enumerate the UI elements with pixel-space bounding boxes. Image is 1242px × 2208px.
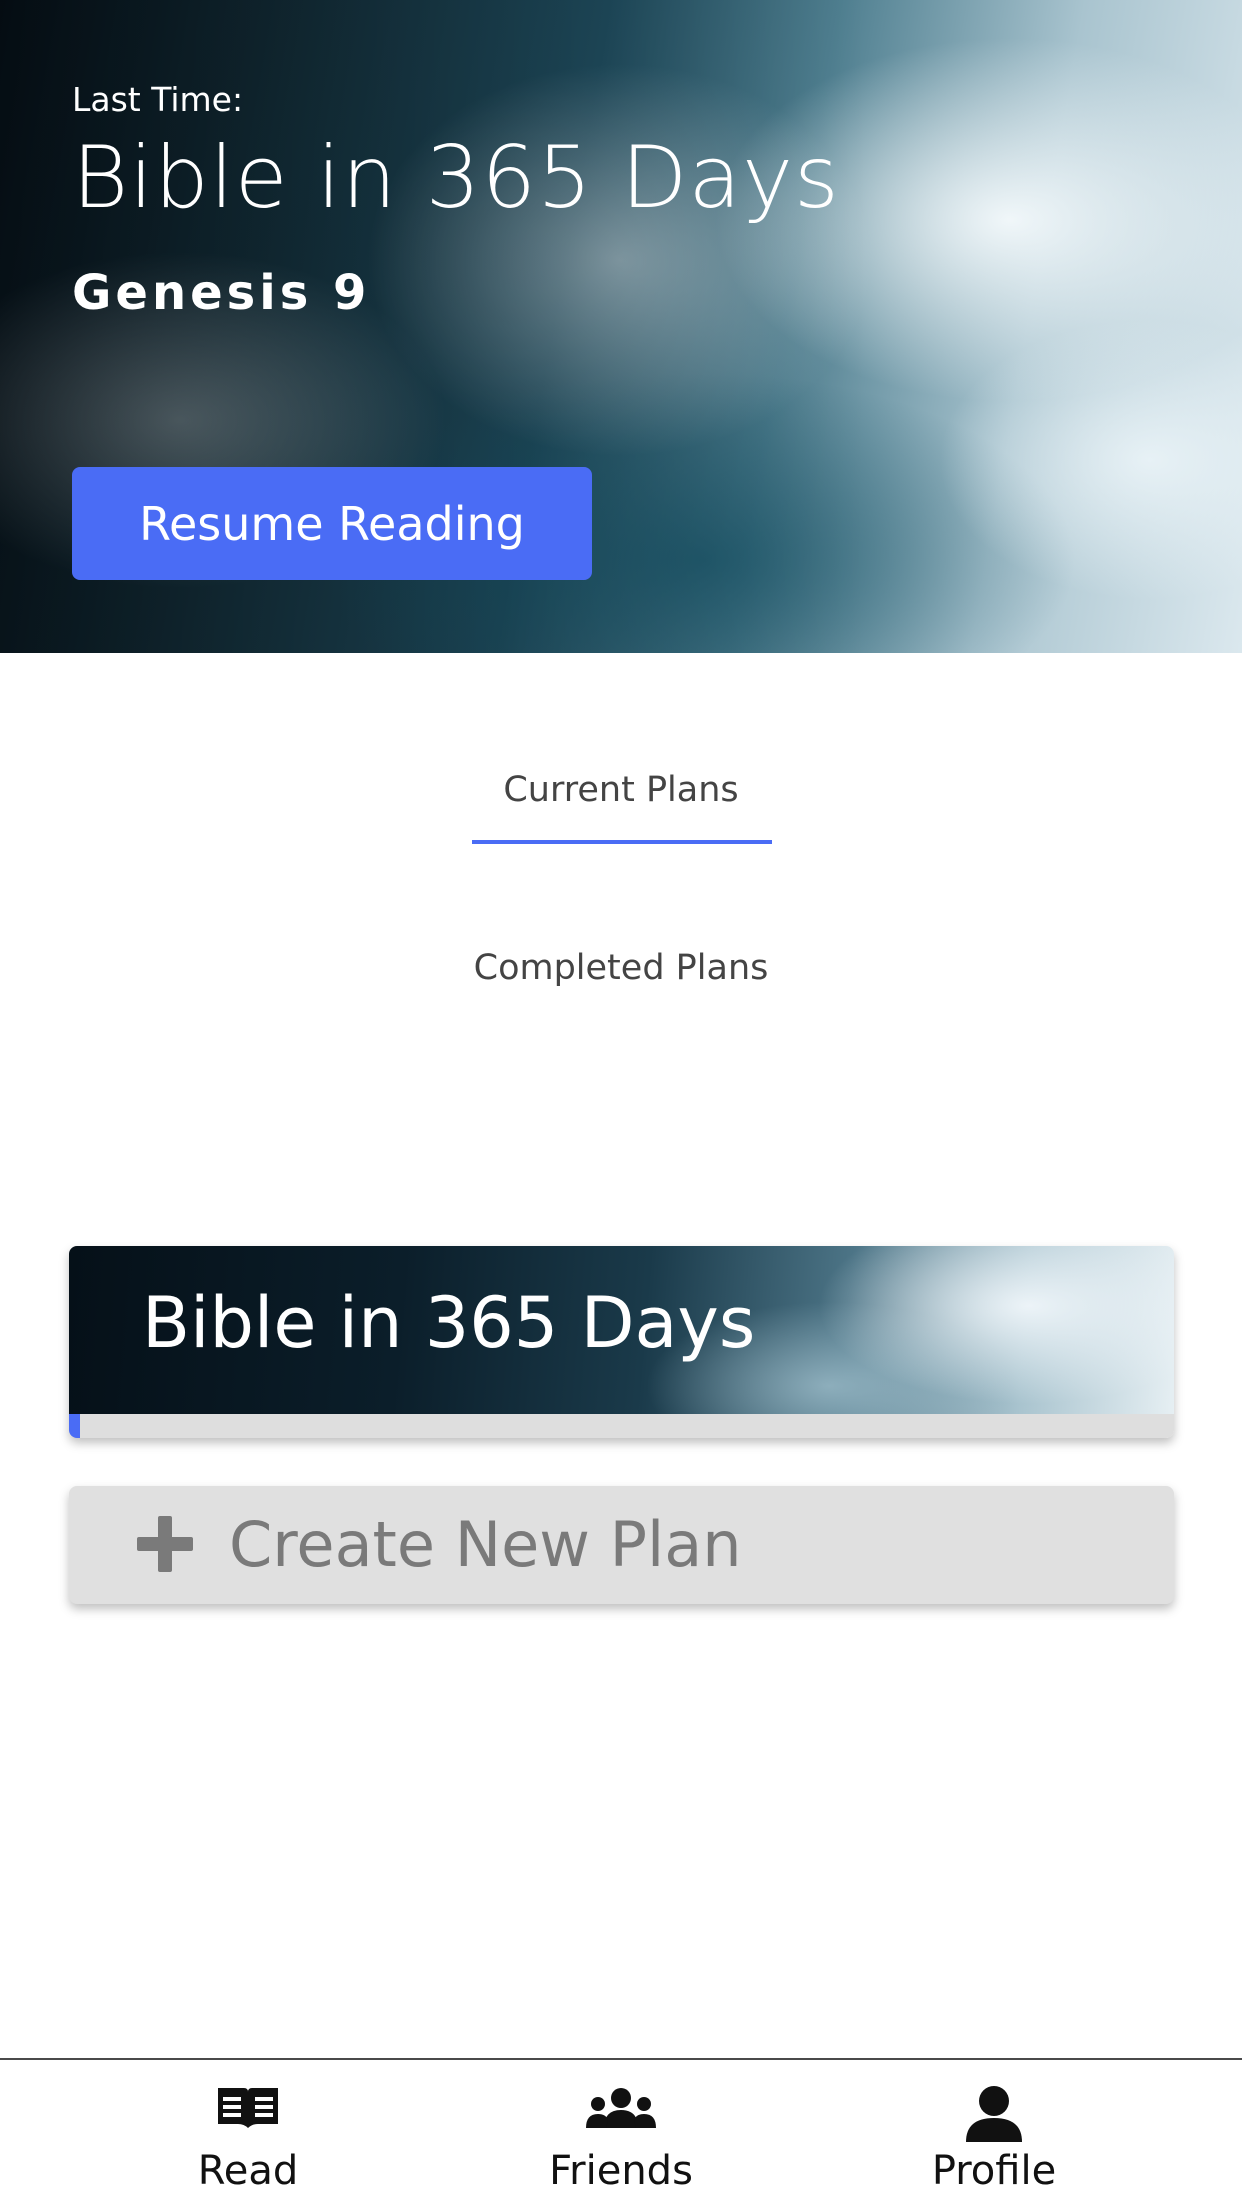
last-time-label: Last Time: (72, 80, 244, 119)
plan-card[interactable]: Bible in 365 Days (69, 1246, 1174, 1438)
book-icon (218, 2088, 278, 2128)
plus-icon (137, 1516, 193, 1572)
nav-item-read[interactable]: Read (118, 2060, 378, 2208)
tab-current-plans[interactable]: Current Plans (0, 770, 1242, 810)
create-new-plan-label: Create New Plan (229, 1508, 742, 1581)
create-new-plan-button[interactable]: Create New Plan (69, 1486, 1174, 1604)
app-screen: Last Time: Bible in 365 Days Genesis 9 R… (0, 0, 1242, 2208)
nav-item-friends[interactable]: Friends (491, 2060, 751, 2208)
plan-progress-fill (69, 1414, 81, 1438)
last-plan-title: Bible in 365 Days (72, 128, 840, 228)
nav-label-profile: Profile (931, 2148, 1057, 2194)
tab-completed-plans[interactable]: Completed Plans (0, 948, 1242, 988)
user-icon (966, 2086, 1022, 2142)
resume-reading-button[interactable]: Resume Reading (72, 467, 592, 580)
plan-card-title: Bible in 365 Days (142, 1282, 756, 1364)
plan-progress-bar (69, 1414, 1174, 1438)
users-icon (586, 2088, 656, 2128)
nav-label-friends: Friends (549, 2148, 693, 2194)
last-chapter: Genesis 9 (72, 265, 371, 321)
nav-label-read: Read (197, 2148, 299, 2194)
nav-item-profile[interactable]: Profile (864, 2060, 1124, 2208)
active-tab-indicator (472, 840, 772, 844)
bottom-nav: Read Friends Profile (0, 2058, 1242, 2208)
